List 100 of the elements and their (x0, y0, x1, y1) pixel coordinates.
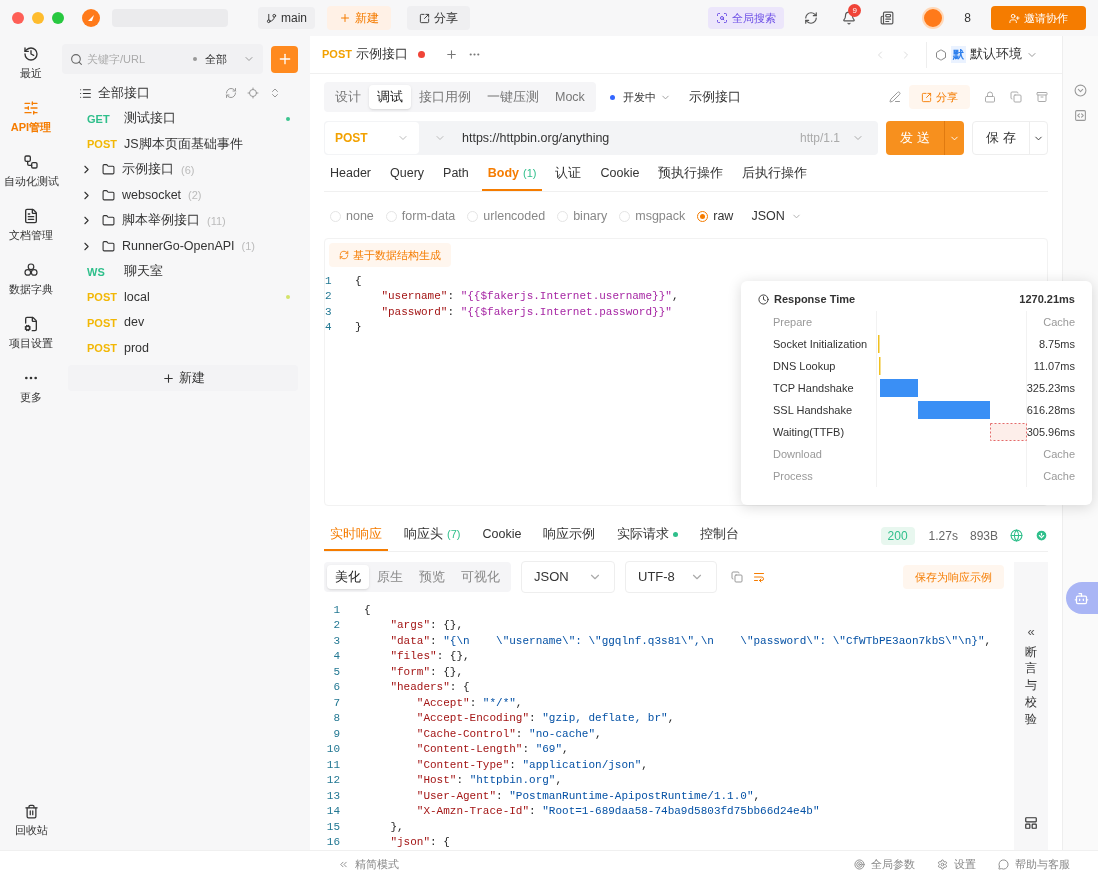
body-type-radio[interactable]: binary (557, 206, 608, 226)
body-type-radio[interactable]: raw (697, 206, 734, 226)
nav-item[interactable]: 更多 (1, 370, 61, 424)
line-number: 10 (325, 742, 341, 757)
endpoint-row[interactable]: POST dev (62, 310, 298, 336)
mode-tab[interactable]: 接口用例 (411, 85, 479, 109)
folder-item[interactable]: RunnerGo-OpenAPI (1) (62, 233, 298, 259)
side-panel-label[interactable]: 断言与校验 (1025, 643, 1037, 728)
mode-tab[interactable]: 调试 (369, 85, 411, 109)
send-options-button[interactable] (944, 121, 964, 155)
code-line: "Accept": "*/*", (415, 695, 523, 711)
search-icon (716, 12, 729, 24)
nav-item[interactable]: 文档管理 (1, 208, 61, 262)
download-icon[interactable] (1035, 529, 1048, 542)
mode-tab[interactable]: Mock (547, 85, 593, 109)
layout-icon[interactable] (1024, 816, 1038, 830)
clock-icon (758, 293, 769, 305)
add-tab-icon[interactable] (444, 48, 458, 61)
notification-icon[interactable] (842, 11, 857, 25)
format-selector[interactable]: JSON (521, 561, 615, 593)
line-number: 16 (325, 835, 341, 850)
line-number: 1 (332, 602, 341, 618)
response-tab[interactable]: 控制台 (694, 520, 746, 551)
timing-label: Socket Initialization (772, 336, 869, 352)
archive-icon[interactable] (1036, 91, 1048, 103)
lock-icon[interactable] (984, 91, 996, 103)
encoding-selector[interactable]: UTF-8 (625, 561, 717, 593)
body-type-radio[interactable]: urlencoded (467, 206, 546, 226)
maximize-window-button[interactable] (52, 12, 64, 24)
globe-icon[interactable] (1010, 529, 1023, 542)
nav-item[interactable]: 数据字典 (1, 262, 61, 316)
api-name: 示例接口 (688, 88, 741, 106)
response-tab[interactable]: 实际请求 (611, 520, 685, 551)
compact-mode-toggle[interactable]: 精简模式 (338, 856, 399, 873)
trash-nav-item[interactable]: 回收站 (14, 803, 48, 838)
endpoint-row[interactable]: WS 聊天室 (62, 259, 298, 285)
code-icon[interactable] (1074, 109, 1087, 122)
param-tab[interactable]: Header (324, 158, 377, 191)
new-item-button[interactable]: 新建 (68, 365, 298, 391)
refresh-icon[interactable] (804, 11, 819, 25)
assistant-button[interactable] (1066, 582, 1098, 614)
body-type-radio[interactable]: form-data (385, 206, 456, 226)
global-search-button[interactable]: 全局搜索 (708, 7, 785, 29)
nav-item[interactable]: 自动化测试 (1, 154, 61, 208)
body-type-radio[interactable]: msgpack (619, 206, 686, 226)
code-line: "Content-Type": "application/json", (415, 757, 648, 773)
param-tab[interactable]: Path (437, 158, 475, 191)
code-line: "Host": "httpbin.org", (415, 773, 563, 788)
add-button[interactable] (271, 45, 298, 73)
timing-value: Cache (1042, 314, 1075, 330)
close-window-button[interactable] (12, 12, 24, 24)
wrap-text-icon[interactable] (753, 571, 765, 583)
branch-selector[interactable]: main (258, 7, 315, 29)
mode-tab[interactable]: 一键压测 (479, 85, 547, 109)
avatar[interactable] (922, 7, 945, 29)
response-tab[interactable]: Cookie (476, 520, 528, 551)
timing-label: Download (772, 446, 823, 462)
minimize-window-button[interactable] (32, 12, 44, 24)
pen-icon[interactable] (889, 91, 901, 103)
request-url-input[interactable]: https://httpbin.org/anything (462, 121, 800, 155)
endpoint-row[interactable]: POST prod (62, 335, 298, 361)
list-icon (79, 86, 92, 100)
folder-item[interactable]: websocket (2) (62, 182, 298, 208)
endpoint-row[interactable]: POST JS脚本页面基础事件 (62, 131, 298, 157)
response-tab[interactable]: 响应示例 (537, 520, 602, 551)
status-selector[interactable]: 开发中 (609, 88, 671, 106)
search-field[interactable]: 关键字/URL 全部 (62, 44, 263, 74)
line-number: 6 (332, 680, 341, 695)
status-bar-item[interactable]: 全局参数 (854, 856, 915, 873)
status-bar-item[interactable]: 帮助与客服 (998, 856, 1070, 873)
status-bar-item[interactable]: 设置 (937, 856, 976, 873)
endpoint-row[interactable]: POST local (62, 284, 298, 310)
line-number: 8 (332, 711, 341, 726)
folder-item[interactable]: 脚本举例接口 (11) (62, 208, 298, 234)
mode-tab[interactable]: 设计 (327, 85, 369, 109)
param-tab[interactable]: 认证 (549, 158, 588, 191)
expand-panel-button[interactable]: « (1027, 622, 1035, 642)
nav-item[interactable]: 项目设置 (1, 316, 61, 370)
body-type-radio[interactable]: none (330, 206, 374, 226)
param-tab[interactable]: Query (384, 158, 431, 191)
locate-icon[interactable] (247, 87, 259, 99)
param-tab[interactable]: Cookie (594, 158, 646, 191)
code-line: "User-Agent": "PostmanRuntime-ApipostRuntime/1.1.0", (415, 788, 761, 804)
environment-selector[interactable]: 默 默认环境 (926, 41, 1046, 68)
copy-icon[interactable] (1010, 91, 1022, 103)
view-tab[interactable]: 美化 (327, 565, 369, 589)
response-tab[interactable]: 响应头 (7) (398, 520, 467, 551)
share-button[interactable]: 分享 (407, 6, 470, 30)
body-format-selector[interactable]: JSON (751, 206, 802, 226)
endpoint-row[interactable]: GET 测试接口 (62, 106, 298, 132)
collapse-icon[interactable] (269, 87, 281, 99)
param-tab[interactable]: 预执行操作 (652, 158, 730, 191)
code-line: "data": "{\n \"username\": \"ggqlnf.q3s81\",\n \"password\": \"CfWTbPE3aon7kbS\"\n}", (389, 633, 992, 649)
nav-item[interactable]: 最近 (1, 46, 61, 100)
param-tab[interactable]: 后执行操作 (736, 158, 814, 191)
editor-tab[interactable]: POST 示例接口 (322, 36, 425, 73)
copy-icon[interactable] (731, 571, 743, 583)
collapse-icon[interactable] (1074, 84, 1087, 97)
folder-icon (102, 214, 115, 228)
tree-root-label[interactable]: 全部接口 (98, 83, 225, 103)
